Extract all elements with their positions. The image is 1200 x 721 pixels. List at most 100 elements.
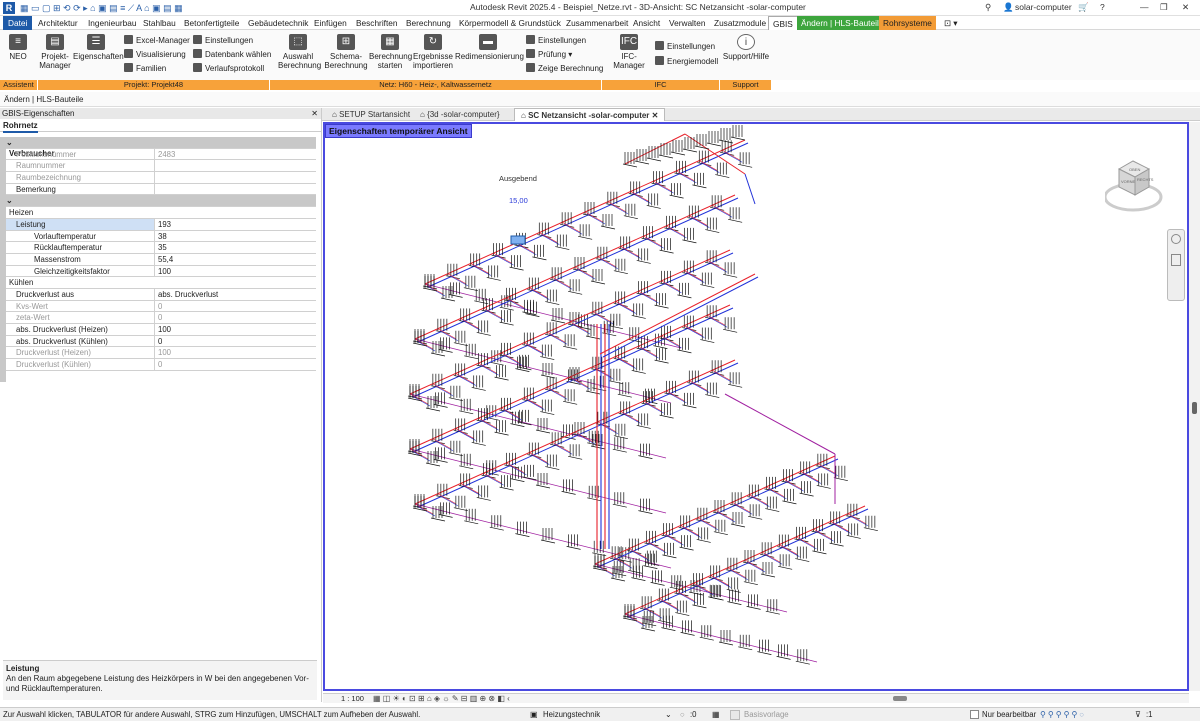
pipe-segment[interactable] <box>585 335 601 340</box>
pipe-segment[interactable] <box>705 394 720 398</box>
property-row[interactable]: Vorlauftemperatur 38 <box>6 230 316 243</box>
pipe-segment[interactable] <box>751 496 770 507</box>
menu-tab-11[interactable]: Ansicht <box>629 16 664 30</box>
pipe-segment[interactable] <box>705 229 720 233</box>
property-value[interactable]: 0 <box>156 359 162 370</box>
pipe-segment[interactable] <box>655 182 674 194</box>
pipe-segment[interactable] <box>600 225 616 230</box>
datenbank-button[interactable]: Datenbank wählen <box>193 49 271 60</box>
menu-tab-7[interactable]: Beschriften <box>352 16 402 30</box>
pipe-segment[interactable] <box>563 345 578 350</box>
pipe-segment[interactable] <box>585 390 601 395</box>
pipe-segment[interactable] <box>617 303 636 314</box>
menu-tab-9[interactable]: Körpermodell & Grundstück <box>455 16 565 30</box>
pipe-segment[interactable] <box>486 277 501 281</box>
pipe-segment[interactable] <box>522 476 537 481</box>
pipe-segment[interactable] <box>459 465 474 470</box>
menu-tab-1[interactable]: Architektur <box>34 16 82 30</box>
property-row[interactable]: Heizen <box>6 207 316 219</box>
pipe-segment[interactable] <box>846 535 861 539</box>
pipe-segment[interactable] <box>509 266 524 271</box>
pipe-segment[interactable] <box>686 272 705 283</box>
pipe-segment[interactable] <box>646 157 662 162</box>
menu-tab-10[interactable]: Zusammenarbeit <box>562 16 632 30</box>
pipe-segment[interactable] <box>609 203 629 214</box>
pipe-segment[interactable] <box>675 612 690 616</box>
menu-tab-3[interactable]: Stahlbau <box>139 16 180 30</box>
pipe-segment[interactable] <box>728 218 743 223</box>
pipe-segment[interactable] <box>440 297 456 302</box>
pipe-segment[interactable] <box>526 399 545 410</box>
pipe-segment[interactable] <box>729 569 749 580</box>
energiemodell-button[interactable]: Energiemodell <box>655 56 718 67</box>
pipe-segment[interactable] <box>776 656 791 660</box>
property-row[interactable]: Raumbezeichnung <box>6 172 316 184</box>
pipe-segment[interactable] <box>650 582 665 586</box>
property-value[interactable]: 55,4 <box>156 254 173 265</box>
pipe-segment[interactable] <box>643 565 658 569</box>
pipe-segment[interactable] <box>699 519 719 530</box>
collapse-chevron-icon[interactable]: ⌄ <box>6 196 13 205</box>
pipe-segment[interactable] <box>696 539 711 543</box>
tab-setup-startansicht[interactable]: ⌂ SETUP Startansicht <box>326 108 416 121</box>
pipe-segment[interactable] <box>439 330 459 341</box>
pipe-segment[interactable] <box>713 372 733 383</box>
property-row[interactable]: Gleichzeitigkeitsfaktor 100 <box>6 265 316 278</box>
pipe-segment[interactable] <box>757 651 772 655</box>
pipe-segment[interactable] <box>531 289 550 300</box>
pipe-segment[interactable] <box>548 334 568 345</box>
menu-tab-8[interactable]: Berechnung <box>402 16 455 30</box>
pipe-segment[interactable] <box>553 279 573 290</box>
pipe-segment[interactable] <box>677 294 692 299</box>
pipe-segment[interactable] <box>802 473 821 484</box>
revit-logo-icon[interactable]: R <box>3 2 15 14</box>
pipe-segment[interactable] <box>489 526 504 531</box>
pipe-segment[interactable] <box>727 601 742 605</box>
pipe-segment[interactable] <box>712 577 731 588</box>
pipe-segment[interactable] <box>700 339 715 343</box>
eigenschaften-button[interactable]: ☰ Eigenschaften <box>73 34 124 61</box>
pipe-segment[interactable] <box>738 163 753 168</box>
tab-rohrnetz[interactable]: Rohrnetz <box>3 121 38 133</box>
auswahl-berechnung-button[interactable]: ⬚ Auswahl Berechnung <box>278 34 321 70</box>
pipe-segment[interactable] <box>669 194 684 199</box>
pipe-segment[interactable] <box>746 561 766 573</box>
pipe-segment[interactable] <box>489 361 504 366</box>
pipe-segment[interactable] <box>540 411 555 415</box>
pipe-segment[interactable] <box>699 636 714 641</box>
pipe-segment[interactable] <box>471 387 486 391</box>
schema-berechnung-button[interactable]: ⊞ Schema- Berechnung <box>324 34 368 70</box>
pipe-segment[interactable] <box>632 193 651 204</box>
pipe-segment[interactable] <box>586 213 606 225</box>
pipe-segment[interactable] <box>613 270 628 275</box>
pipe-segment[interactable] <box>782 500 797 505</box>
basis-template[interactable]: Basisvorlage <box>744 708 789 721</box>
pipe-segment[interactable] <box>453 342 468 347</box>
pipe-segment[interactable] <box>610 577 626 582</box>
pipe-segment[interactable] <box>587 497 602 502</box>
pipe-segment[interactable] <box>680 632 695 636</box>
pipe-segment[interactable] <box>716 511 736 523</box>
pipe-segment[interactable] <box>760 573 776 578</box>
property-value[interactable]: 38 <box>156 231 167 242</box>
pipe-segment[interactable] <box>638 455 653 459</box>
menu-tab-2[interactable]: Ingenieurbau <box>84 16 140 30</box>
pipe-segment[interactable] <box>457 375 476 386</box>
property-row[interactable]: Druckverlust (Kühlen) 0 <box>6 359 316 371</box>
ribbon-options-icon[interactable]: ⊡ ▾ <box>940 16 961 30</box>
pipe-segment[interactable] <box>691 382 710 393</box>
ifc-manager-button[interactable]: IFC IFC-Manager <box>606 34 652 70</box>
pipe-segment[interactable] <box>590 445 606 450</box>
pipe-segment[interactable] <box>815 530 834 542</box>
pipe-segment[interactable] <box>531 454 550 465</box>
pipe-segment[interactable] <box>617 358 636 369</box>
property-row[interactable]: Leistung 193 <box>6 218 316 231</box>
pipe-segment[interactable] <box>768 488 787 500</box>
pipe-segment[interactable] <box>799 492 814 497</box>
user-name[interactable]: solar-computer <box>1015 2 1072 12</box>
pipe-segment[interactable] <box>682 239 697 244</box>
pipe-segment[interactable] <box>438 514 453 518</box>
pipe-segment[interactable] <box>561 491 576 495</box>
property-row[interactable]: abs. Druckverlust (Kühlen) 0 <box>6 335 316 348</box>
tab-3d-solar-computer[interactable]: ⌂ {3d -solar-computer} <box>414 108 506 121</box>
